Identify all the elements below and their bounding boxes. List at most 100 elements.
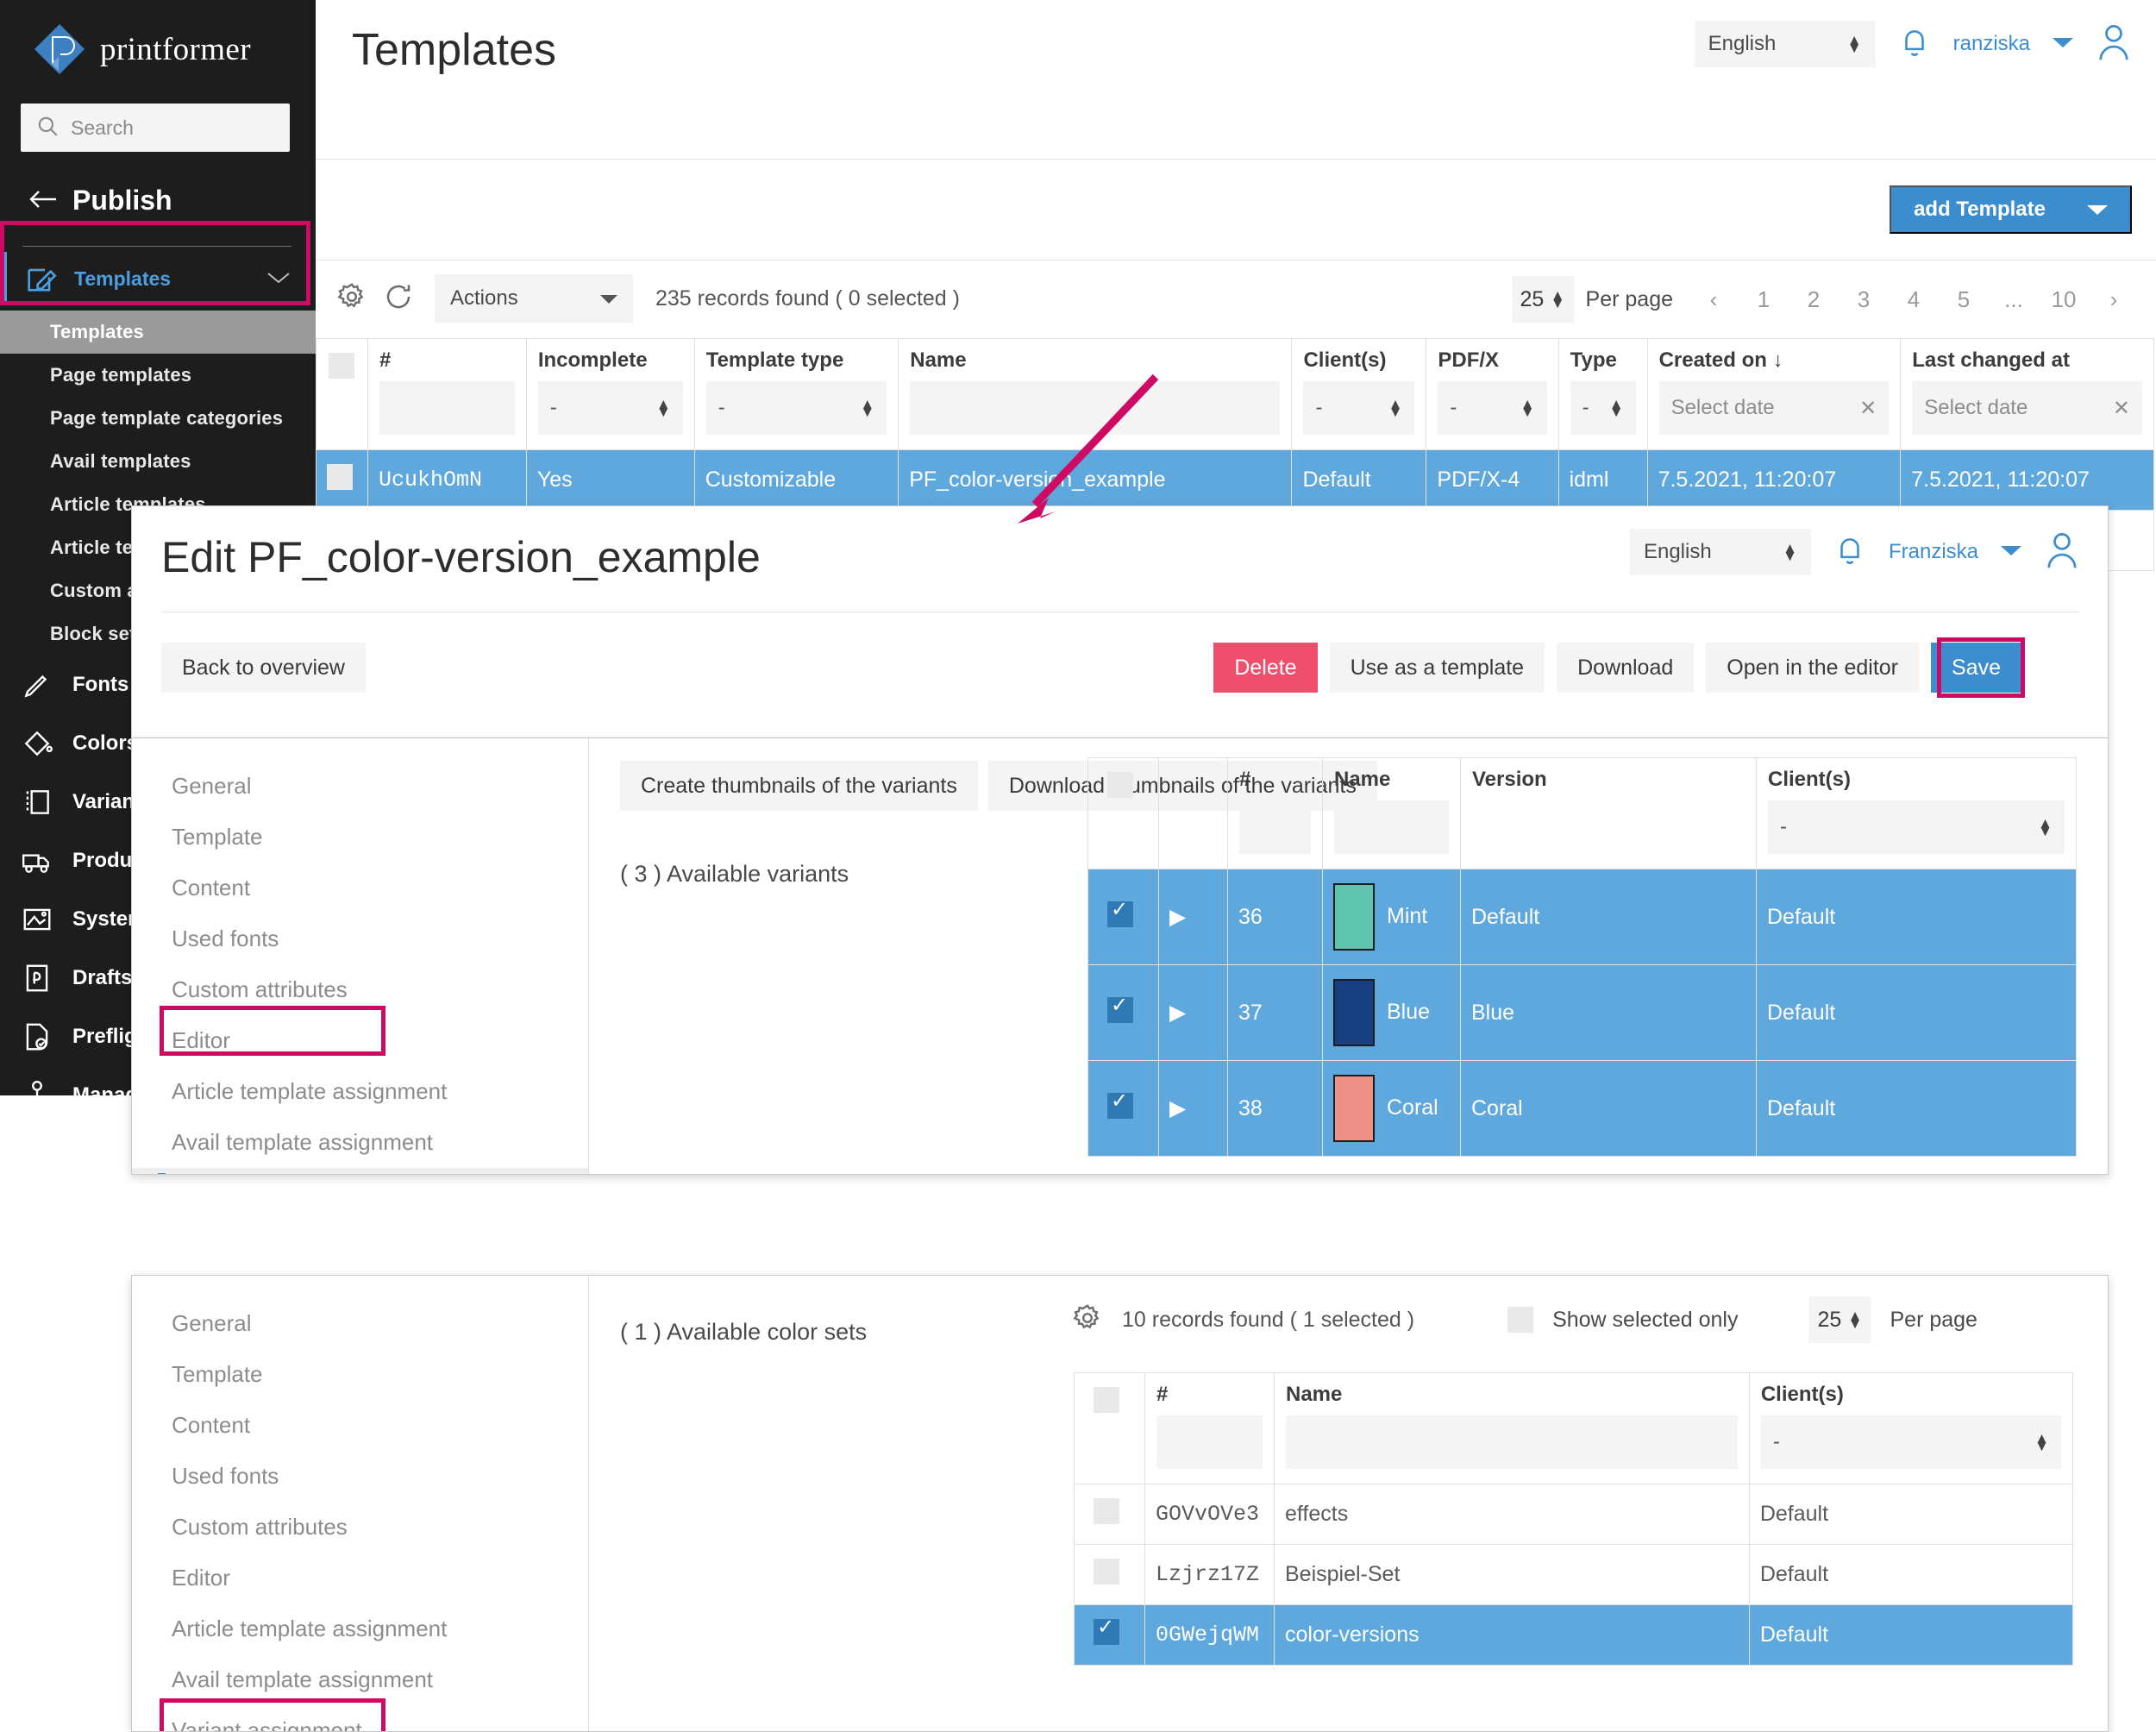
back-to-publish-link[interactable]: Publish — [0, 152, 316, 216]
column-filter-select[interactable]: - ▲ ▼ — [1760, 1415, 2061, 1469]
avatar-icon[interactable] — [2044, 531, 2080, 574]
add-template-button[interactable]: add Template — [1890, 185, 2132, 234]
row-select-cell[interactable] — [1074, 1544, 1145, 1605]
row-select-cell[interactable] — [316, 449, 368, 511]
expand-row-cell[interactable]: ▶ — [1158, 964, 1228, 1061]
sidebar-subitem[interactable]: Templates — [0, 311, 316, 354]
row-checkbox[interactable] — [1107, 1089, 1133, 1119]
column-filter-input[interactable] — [379, 381, 515, 435]
row-select-cell[interactable] — [1087, 964, 1159, 1061]
select-all-header[interactable] — [1074, 1372, 1145, 1484]
column-filter-select[interactable]: - ▲ ▼ — [1570, 381, 1636, 435]
clear-icon[interactable]: ✕ — [1859, 396, 1877, 421]
column-filter-date[interactable]: Select date ✕ — [1658, 381, 1890, 435]
row-checkbox[interactable] — [1107, 897, 1133, 927]
notifications-bell-icon[interactable] — [1833, 532, 1866, 573]
column-header[interactable]: Type - ▲ ▼ — [1557, 338, 1648, 450]
column-filter-select[interactable]: - ▲ ▼ — [705, 381, 887, 435]
column-header[interactable]: # — [1144, 1372, 1275, 1484]
row-select-cell[interactable] — [1087, 1060, 1159, 1157]
column-filter-input[interactable] — [1286, 1415, 1738, 1469]
nav-item-content[interactable]: Content — [132, 1400, 588, 1451]
column-filter-input[interactable] — [1156, 1415, 1263, 1469]
prev-page-button[interactable]: ‹ — [1689, 286, 1739, 313]
search-input[interactable]: Search — [21, 104, 290, 152]
settings-gear-icon[interactable] — [336, 281, 367, 317]
column-header[interactable]: Client(s) - ▲ ▼ — [1291, 338, 1427, 450]
column-filter-select[interactable]: - ▲ ▼ — [1768, 800, 2065, 854]
column-filter-input[interactable] — [910, 381, 1281, 435]
open-in-editor-button[interactable]: Open in the editor — [1706, 643, 1920, 693]
row-checkbox[interactable] — [327, 464, 353, 490]
column-header[interactable]: Incomplete - ▲ ▼ — [525, 338, 695, 450]
select-all-checkbox[interactable] — [329, 353, 354, 379]
row-checkbox[interactable] — [1107, 993, 1133, 1023]
page-link[interactable]: 5 — [1939, 286, 1989, 313]
chevron-right-icon[interactable]: ▶ — [1169, 905, 1186, 929]
column-header[interactable]: Version — [1460, 757, 1757, 869]
panel-language-select[interactable]: English ▲ ▼ — [1629, 529, 1811, 575]
nav-item-variant-assignment[interactable]: Variant assignment — [132, 1705, 588, 1731]
nav-item-custom-attributes[interactable]: Custom attributes — [132, 964, 588, 1015]
select-all-checkbox[interactable] — [1094, 1387, 1119, 1413]
nav-item-used-fonts[interactable]: Used fonts — [132, 913, 588, 964]
column-header[interactable]: Name — [898, 338, 1293, 450]
panel-user-name[interactable]: Franziska — [1889, 540, 1978, 564]
page-link[interactable]: 1 — [1739, 286, 1789, 313]
table-row[interactable]: UcukhOmN Yes Customizable PF_color-version_… — [316, 449, 2154, 511]
nav-item-general[interactable]: General — [132, 761, 588, 812]
table-row[interactable]: GOVvOVe3 effects Default — [1074, 1484, 2074, 1545]
nav-item-avail-template-assignment[interactable]: Avail template assignment — [132, 1654, 588, 1705]
create-thumbnails-button[interactable]: Create thumbnails of the variants — [620, 761, 978, 811]
row-checkbox[interactable] — [1094, 1615, 1119, 1645]
column-header[interactable]: Created on ↓ Select date ✕ — [1646, 338, 1902, 450]
next-page-button[interactable]: › — [2089, 286, 2139, 313]
back-to-overview-button[interactable]: Back to overview — [161, 643, 366, 693]
sidebar-subitem[interactable]: Page templates — [0, 354, 316, 397]
page-link[interactable]: 2 — [1789, 286, 1839, 313]
column-filter-input[interactable] — [1334, 800, 1449, 854]
sidebar-group-templates[interactable]: Templates — [0, 247, 316, 311]
nav-item-variant-assignment[interactable]: Variant assignment — [132, 1168, 588, 1174]
download-button[interactable]: Download — [1557, 643, 1695, 693]
nav-item-article-template-assignment[interactable]: Article template assignment — [132, 1066, 588, 1117]
table-row[interactable]: ▶ 36 Mint DefaultDefault — [1087, 869, 2077, 965]
language-select[interactable]: English ▲ ▼ — [1694, 21, 1876, 67]
nav-item-template[interactable]: Template — [132, 1349, 588, 1400]
column-filter-select[interactable]: - ▲ ▼ — [1438, 381, 1547, 435]
column-header[interactable]: # — [1227, 757, 1323, 869]
column-header[interactable]: Last changed at Select date ✕ — [1900, 338, 2154, 450]
nav-item-content[interactable]: Content — [132, 863, 588, 913]
actions-select[interactable]: Actions — [435, 274, 633, 323]
clear-icon[interactable]: ✕ — [2113, 396, 2130, 421]
column-header[interactable]: Client(s) - ▲ ▼ — [1756, 757, 2077, 869]
sidebar-subitem[interactable]: Page template categories — [0, 397, 316, 440]
row-checkbox[interactable] — [1094, 1498, 1119, 1524]
page-link[interactable]: ... — [1989, 286, 2039, 313]
chevron-right-icon[interactable]: ▶ — [1169, 1001, 1186, 1025]
per-page-select[interactable]: 25 ▲ ▼ — [1511, 276, 1574, 323]
nav-item-used-fonts[interactable]: Used fonts — [132, 1451, 588, 1502]
avatar-icon[interactable] — [2096, 23, 2132, 66]
column-filter-date[interactable]: Select date ✕ — [1912, 381, 2142, 435]
refresh-icon[interactable] — [383, 281, 414, 317]
caret-down-icon[interactable] — [2053, 36, 2073, 53]
column-header[interactable]: Name — [1274, 1372, 1750, 1484]
expand-row-cell[interactable]: ▶ — [1158, 1060, 1228, 1157]
nav-item-article-template-assignment[interactable]: Article template assignment — [132, 1603, 588, 1654]
settings-gear-icon[interactable] — [1072, 1302, 1103, 1338]
brand-logo[interactable]: printformer — [0, 0, 316, 85]
column-header[interactable]: PDF/X - ▲ ▼ — [1426, 338, 1559, 450]
page-link[interactable]: 10 — [2039, 286, 2089, 313]
select-all-checkbox[interactable] — [1107, 772, 1133, 798]
column-header[interactable]: Name — [1322, 757, 1461, 869]
chevron-right-icon[interactable]: ▶ — [1169, 1096, 1186, 1120]
row-select-cell[interactable] — [1074, 1604, 1145, 1666]
user-name[interactable]: ranziska — [1953, 32, 2030, 56]
table-row[interactable]: Lzjrz17Z Beispiel-Set Default — [1074, 1544, 2074, 1605]
select-all-header[interactable] — [1087, 757, 1159, 869]
nav-item-template[interactable]: Template — [132, 812, 588, 863]
column-header[interactable]: Template type - ▲ ▼ — [693, 338, 899, 450]
row-select-cell[interactable] — [1087, 869, 1159, 965]
table-row[interactable]: ▶37BlueBlueDefault — [1087, 964, 2077, 1061]
